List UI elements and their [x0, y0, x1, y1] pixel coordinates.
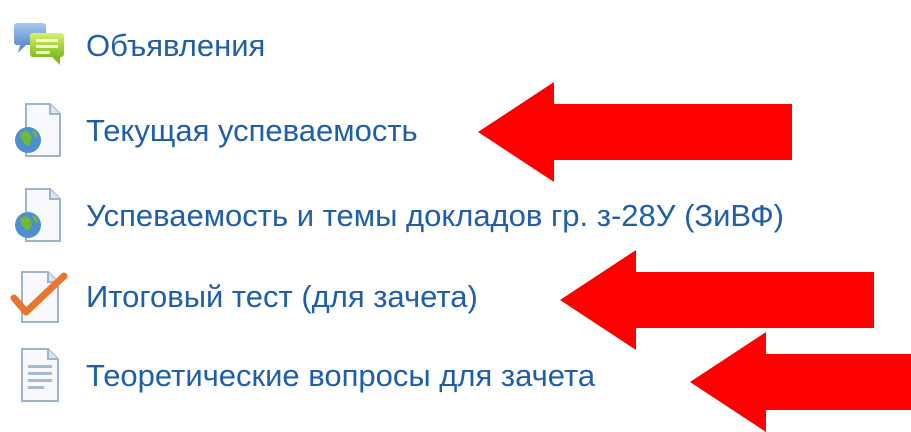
activity-item-final-test[interactable]: Итоговый тест (для зачета)	[8, 268, 478, 324]
url-resource-icon	[8, 102, 72, 158]
activity-label[interactable]: Итоговый тест (для зачета)	[86, 281, 478, 312]
activity-label[interactable]: Успеваемость и темы докладов гр. з-28У (…	[86, 200, 784, 231]
activity-label[interactable]: Текущая успеваемость	[86, 115, 418, 146]
url-resource-icon	[8, 187, 72, 243]
activity-item-theory-questions[interactable]: Теоретические вопросы для зачета	[8, 347, 595, 403]
activity-item-progress-and-topics[interactable]: Успеваемость и темы докладов гр. з-28У (…	[8, 187, 784, 243]
forum-icon	[8, 17, 72, 73]
course-activity-list-page: { "colors": { "link": "#1f5ea8", "arrow"…	[0, 0, 911, 432]
arrow-left-icon	[478, 82, 792, 182]
activity-label[interactable]: Теоретические вопросы для зачета	[86, 360, 595, 391]
activity-item-current-progress[interactable]: Текущая успеваемость	[8, 102, 418, 158]
quiz-icon	[8, 268, 72, 324]
page-icon	[8, 347, 72, 403]
arrow-left-icon	[690, 332, 911, 432]
activity-label[interactable]: Объявления	[86, 30, 265, 61]
activity-item-announcements[interactable]: Объявления	[8, 17, 265, 73]
